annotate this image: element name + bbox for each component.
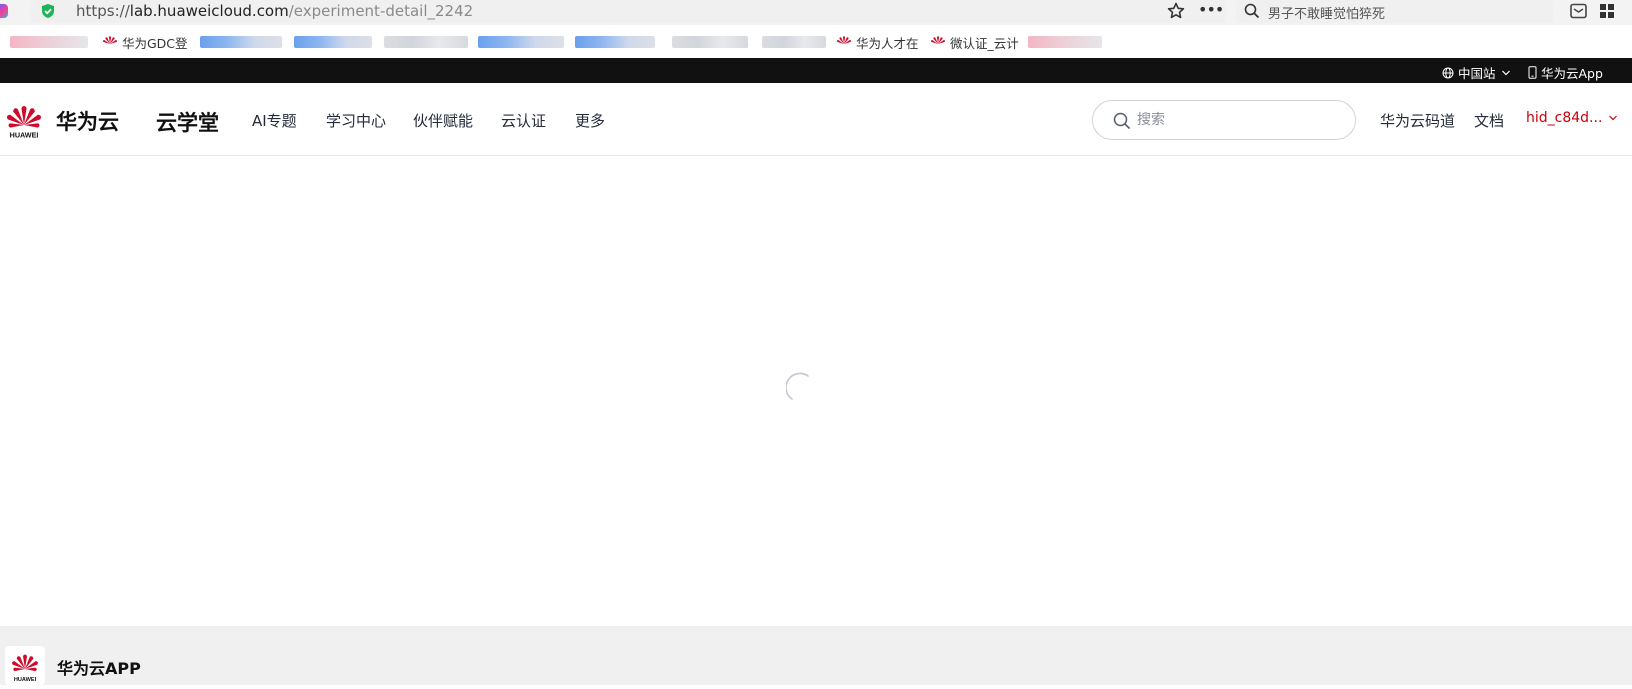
bookmark-label: 华为GDC登 [122, 35, 188, 51]
bookmark-blurred[interactable] [762, 36, 826, 48]
app-logo-tile[interactable]: HUAWEI [5, 646, 45, 685]
site-name[interactable]: 云学堂 [156, 107, 219, 137]
utility-bar: 中国站 华为云App [0, 58, 1632, 83]
reader-icon[interactable] [1570, 3, 1587, 19]
url-host: lab.huaweicloud.com [129, 2, 289, 20]
nav-item-partner[interactable]: 伙伴赋能 [413, 110, 473, 131]
bookmark-blurred[interactable] [200, 36, 282, 48]
search-icon[interactable] [1113, 112, 1131, 130]
bookmark-label: 微认证_云计 [950, 35, 1019, 51]
link-docs[interactable]: 文档 [1474, 110, 1504, 131]
nav-item-more[interactable]: 更多 [575, 110, 605, 131]
url-scheme: https:// [76, 2, 130, 20]
phone-icon [1528, 66, 1537, 79]
region-selector[interactable]: 中国站 [1442, 63, 1515, 82]
secure-shield-icon[interactable] [40, 3, 56, 19]
url-text[interactable]: https://lab.huaweicloud.com/experiment-d… [76, 2, 473, 20]
more-options-icon[interactable]: ••• [1198, 1, 1224, 21]
huawei-logo-icon [102, 36, 118, 44]
nav-item-certification[interactable]: 云认证 [501, 110, 546, 131]
user-menu[interactable]: hid_c84d... [1526, 110, 1618, 126]
link-codearts[interactable]: 华为云码道 [1380, 110, 1455, 131]
chevron-down-icon [1609, 115, 1618, 121]
bookmark-blurred[interactable] [575, 36, 655, 48]
search-input[interactable] [1137, 110, 1337, 130]
bookmark-blurred[interactable] [672, 36, 748, 48]
footer-app-title: 华为云APP [57, 659, 141, 678]
main-content [0, 156, 1632, 626]
bookmark-item[interactable]: 微认证_云计 [930, 33, 1019, 51]
site-search[interactable] [1092, 100, 1356, 140]
username: hid_c84d... [1526, 110, 1603, 126]
browser-app-icon[interactable] [0, 4, 8, 18]
bookmark-item[interactable]: 华为GDC登 [102, 33, 188, 51]
bookmark-blurred[interactable] [294, 36, 372, 48]
logo-wordmark: HUAWEI [14, 677, 37, 683]
apps-grid-icon[interactable] [1599, 3, 1615, 19]
region-label: 中国站 [1458, 66, 1496, 81]
footer: HUAWEI 华为云APP [0, 626, 1632, 685]
chevron-down-icon [1501, 70, 1510, 75]
bookmark-blurred[interactable] [1028, 36, 1102, 48]
huawei-logo-icon: HUAWEI [12, 654, 38, 683]
brand-name[interactable]: 华为云 [56, 106, 119, 136]
app-label: 华为云App [1541, 66, 1603, 81]
huawei-logo-icon [930, 36, 946, 44]
huawei-logo-icon [836, 36, 852, 44]
bookmark-blurred[interactable] [384, 36, 468, 48]
bookmark-label: 华为人才在 [856, 35, 919, 51]
nav-item-learning-center[interactable]: 学习中心 [326, 110, 386, 131]
url-path: /experiment-detail_2242 [288, 2, 474, 20]
huawei-logo[interactable]: HUAWEI [5, 99, 43, 139]
bookmark-blurred[interactable] [478, 36, 564, 48]
browser-toolbar: https://lab.huaweicloud.com/experiment-d… [0, 0, 1632, 25]
loading-spinner-icon [786, 372, 809, 400]
globe-icon [1442, 67, 1454, 78]
logo-wordmark: HUAWEI [10, 131, 39, 140]
bookmark-blurred[interactable] [10, 36, 88, 48]
bookmarks-bar: 华为GDC登 华为人才在 微认证_云计 [0, 25, 1632, 58]
browser-search-text[interactable]: 男子不敢睡觉怕猝死 [1268, 3, 1385, 22]
browser-search-icon[interactable] [1244, 3, 1260, 19]
bookmark-item[interactable]: 华为人才在 [836, 33, 919, 51]
bookmark-star-icon[interactable] [1166, 1, 1186, 21]
nav-item-ai[interactable]: AI专题 [252, 110, 297, 131]
app-download-link[interactable]: 华为云App [1528, 63, 1603, 82]
site-header: HUAWEI 华为云 云学堂 AI专题 学习中心 伙伴赋能 云认证 更多 华为云… [0, 83, 1632, 156]
